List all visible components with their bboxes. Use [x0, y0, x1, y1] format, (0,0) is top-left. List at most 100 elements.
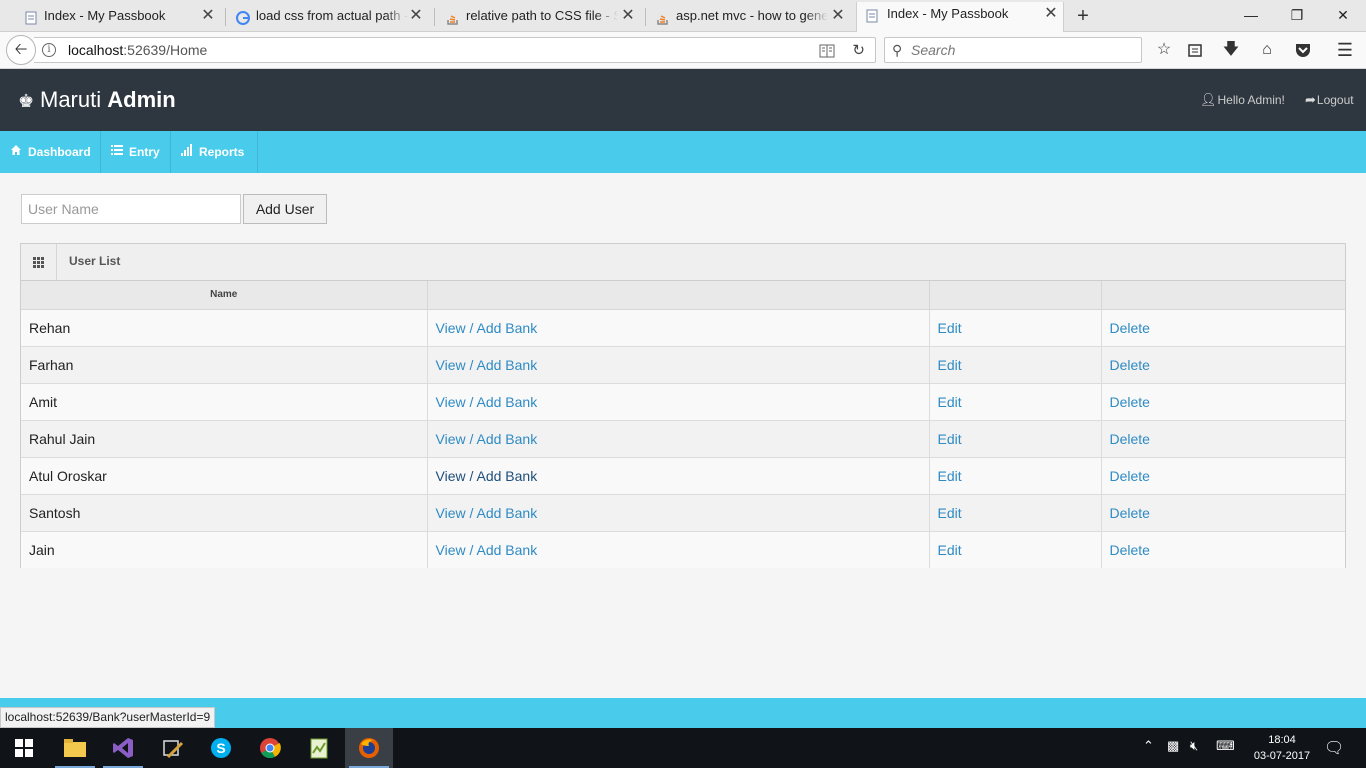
home-icon[interactable]: ⌂: [1257, 40, 1277, 60]
bookmark-star-icon[interactable]: ☆: [1154, 40, 1174, 60]
windows-start-icon[interactable]: [0, 728, 48, 768]
view-cell: View / Add Bank: [427, 383, 930, 421]
chrome-icon[interactable]: [246, 728, 294, 768]
restore-button[interactable]: ❐: [1274, 0, 1320, 30]
download-icon[interactable]: 🡇: [1221, 40, 1241, 60]
delete-link[interactable]: Delete: [1110, 542, 1150, 558]
edit-cell: Edit: [929, 420, 1102, 458]
new-tab-button[interactable]: +: [1074, 6, 1092, 26]
view-add-bank-link[interactable]: View / Add Bank: [436, 394, 538, 410]
tab-divider: [645, 8, 646, 26]
view-add-bank-link[interactable]: View / Add Bank: [436, 542, 538, 558]
minimize-button[interactable]: —: [1228, 0, 1274, 30]
reader-view-icon[interactable]: [819, 42, 835, 58]
delete-link[interactable]: Delete: [1110, 394, 1150, 410]
brand-text-bold: Admin: [107, 87, 176, 112]
user-list-panel: User List Name Rehan View / Add Bank Edi…: [20, 243, 1346, 568]
browser-tab[interactable]: Index - My Passbook ✕: [20, 4, 220, 32]
column-header: [929, 281, 1102, 310]
hello-user-link[interactable]: 👤︎Hello Admin!: [1200, 92, 1285, 108]
browser-tab[interactable]: asp.net mvc - how to genera ✕: [652, 4, 850, 32]
windows-taskbar: S ⌃ ▩ 🔇︎ ⌨ 18:04 03-07-2017 🗨︎: [0, 728, 1366, 768]
volume-muted-icon[interactable]: 🔇︎: [1190, 738, 1198, 754]
close-icon[interactable]: ✕: [620, 4, 636, 28]
close-icon[interactable]: ✕: [200, 4, 216, 28]
table-row: Farhan View / Add Bank Edit Delete: [21, 346, 1345, 384]
address-bar[interactable]: i localhost:52639/Home ↻: [34, 37, 876, 63]
site-header: ♚ Maruti Admin 👤︎Hello Admin! ➦Logout: [0, 69, 1366, 131]
menu-item-reports[interactable]: Reports: [171, 131, 258, 173]
url-text[interactable]: localhost:52639/Home: [68, 38, 207, 62]
edit-link[interactable]: Edit: [938, 394, 962, 410]
view-cell: View / Add Bank: [427, 531, 930, 568]
brand-logo[interactable]: ♚ Maruti Admin: [18, 86, 176, 115]
tools-icon[interactable]: [149, 728, 197, 768]
delete-link[interactable]: Delete: [1110, 320, 1150, 336]
chevron-up-icon[interactable]: ⌃: [1143, 738, 1154, 754]
table-row: Santosh View / Add Bank Edit Delete: [21, 494, 1345, 532]
edit-link[interactable]: Edit: [938, 431, 962, 447]
close-icon[interactable]: ✕: [408, 4, 424, 28]
visual-studio-icon[interactable]: [99, 728, 147, 768]
back-button[interactable]: 🡠: [6, 35, 36, 65]
menu-item-dashboard[interactable]: Dashboard: [0, 131, 101, 173]
search-placeholder: Search: [911, 42, 956, 58]
user-name-cell: Jain: [21, 531, 428, 568]
reload-icon[interactable]: ↻: [852, 39, 865, 63]
close-icon[interactable]: ✕: [830, 4, 846, 28]
tab-title: Index - My Passbook: [44, 8, 166, 23]
view-add-bank-link[interactable]: View / Add Bank: [436, 505, 538, 521]
notification-icon[interactable]: 🗨︎: [1324, 738, 1344, 758]
edit-link[interactable]: Edit: [938, 468, 962, 484]
browser-tab-active[interactable]: Index - My Passbook ✕: [856, 2, 1064, 32]
close-icon[interactable]: ✕: [1043, 2, 1059, 26]
edit-cell: Edit: [929, 383, 1102, 421]
skype-icon[interactable]: S: [197, 728, 245, 768]
grid-icon-box: [21, 244, 57, 280]
delete-link[interactable]: Delete: [1110, 505, 1150, 521]
hamburger-menu-icon[interactable]: ☰: [1335, 40, 1355, 60]
delete-cell: Delete: [1101, 346, 1345, 384]
view-cell: View / Add Bank: [427, 457, 930, 495]
edit-link[interactable]: Edit: [938, 505, 962, 521]
pocket-icon[interactable]: [1293, 40, 1313, 60]
file-explorer-icon[interactable]: [51, 728, 99, 768]
add-user-button[interactable]: Add User: [243, 194, 327, 224]
url-host: localhost: [68, 42, 124, 58]
close-window-button[interactable]: ✕: [1320, 0, 1366, 30]
edit-link[interactable]: Edit: [938, 357, 962, 373]
menu-item-entry[interactable]: Entry: [101, 131, 171, 173]
view-add-bank-link[interactable]: View / Add Bank: [436, 357, 538, 373]
view-add-bank-link[interactable]: View / Add Bank: [436, 320, 538, 336]
delete-cell: Delete: [1101, 531, 1345, 568]
browser-tab[interactable]: relative path to CSS file - Sta ✕: [442, 4, 640, 32]
delete-link[interactable]: Delete: [1110, 357, 1150, 373]
edit-link[interactable]: Edit: [938, 542, 962, 558]
google-icon: [236, 9, 250, 25]
view-cell: View / Add Bank: [427, 494, 930, 532]
browser-tab[interactable]: load css from actual path - G ✕: [232, 4, 428, 32]
notepad-plus-icon[interactable]: [295, 728, 343, 768]
firefox-icon[interactable]: [345, 728, 393, 768]
browser-nav-bar: i localhost:52639/Home ↻ 🡠 ⚲ Search ☆ 🡇 …: [0, 32, 1366, 69]
user-name-input[interactable]: [21, 194, 241, 224]
hello-user-label: Hello Admin!: [1217, 93, 1285, 107]
delete-link[interactable]: Delete: [1110, 468, 1150, 484]
reading-list-icon[interactable]: [1185, 40, 1205, 60]
delete-link[interactable]: Delete: [1110, 431, 1150, 447]
edit-cell: Edit: [929, 309, 1102, 347]
view-add-bank-link[interactable]: View / Add Bank: [436, 468, 538, 484]
clock-time: 18:04: [1268, 734, 1296, 746]
edit-link[interactable]: Edit: [938, 320, 962, 336]
view-cell: View / Add Bank: [427, 346, 930, 384]
tab-divider: [434, 8, 435, 26]
network-icon[interactable]: ▩: [1167, 738, 1179, 754]
view-add-bank-link[interactable]: View / Add Bank: [436, 431, 538, 447]
info-icon[interactable]: i: [42, 43, 56, 57]
logout-link[interactable]: ➦Logout: [1305, 92, 1354, 108]
search-bar[interactable]: ⚲ Search: [884, 37, 1142, 63]
keyboard-icon[interactable]: ⌨: [1216, 738, 1235, 754]
system-clock[interactable]: 18:04 03-07-2017: [1252, 732, 1312, 764]
user-name-cell: Farhan: [21, 346, 428, 384]
crown-icon: ♚: [18, 91, 35, 111]
